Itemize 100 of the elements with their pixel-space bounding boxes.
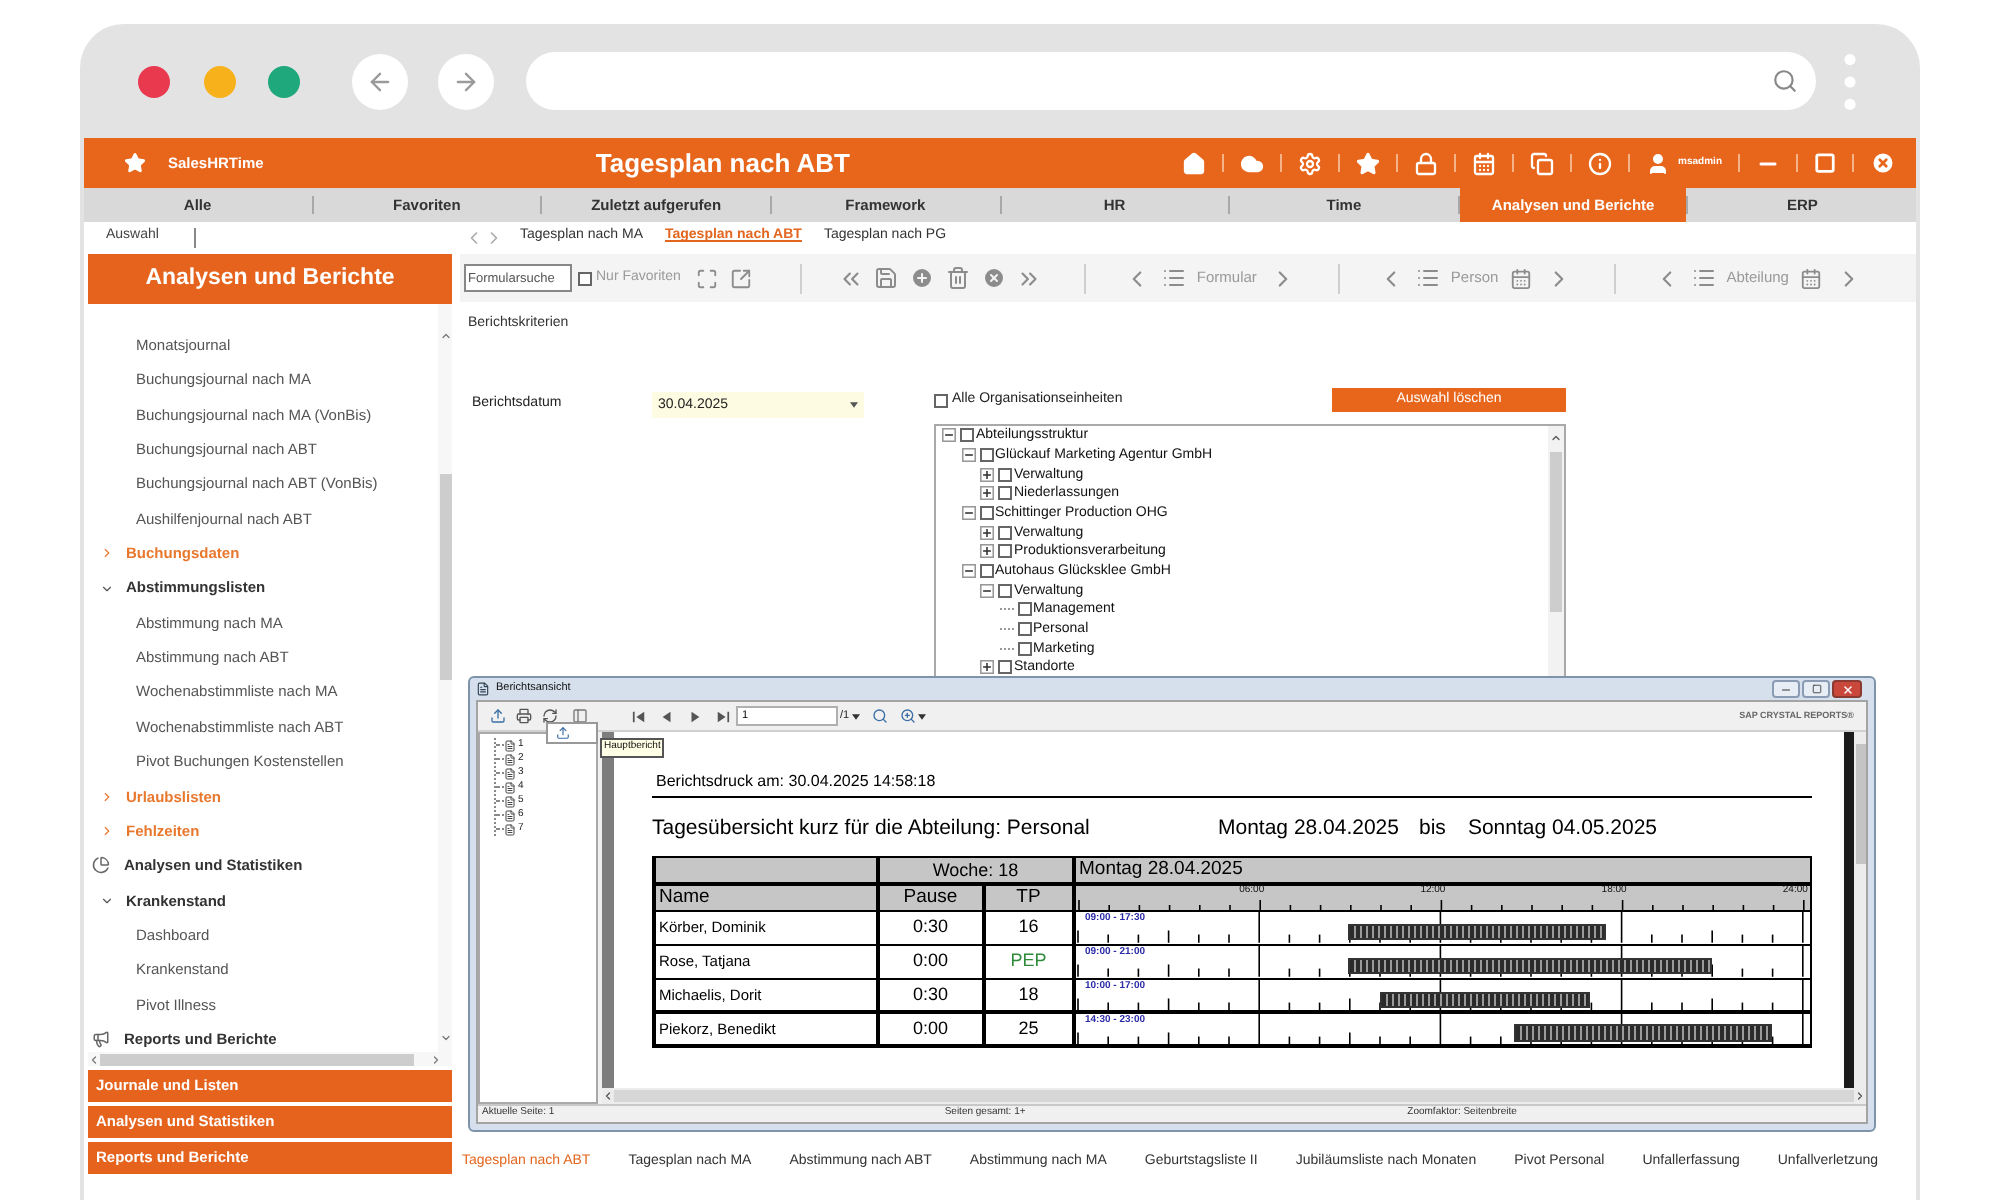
chevron-right-icon[interactable] <box>100 823 114 838</box>
page-icon[interactable] <box>504 767 516 779</box>
lock-icon[interactable] <box>1414 151 1439 175</box>
plus-box-icon[interactable] <box>980 525 994 540</box>
checkbox[interactable] <box>979 563 993 578</box>
plus-box-icon[interactable] <box>980 467 994 482</box>
export-icon[interactable] <box>490 708 506 724</box>
checkbox[interactable] <box>1017 641 1031 656</box>
last-page-icon[interactable] <box>716 709 730 723</box>
caret-down-icon[interactable] <box>851 713 860 719</box>
minus-box-icon[interactable] <box>980 583 994 598</box>
plus-circle-icon[interactable] <box>910 266 935 290</box>
page-icon[interactable] <box>504 753 516 765</box>
checkbox[interactable] <box>998 544 1012 559</box>
checkbox[interactable] <box>1017 621 1031 636</box>
arrow-left-icon <box>366 67 394 95</box>
table-cell: 0:00 <box>879 946 982 978</box>
first-page-icon[interactable] <box>632 709 646 723</box>
close-button[interactable] <box>1832 680 1862 698</box>
minus-box-icon[interactable] <box>961 563 975 578</box>
checkbox[interactable] <box>998 660 1012 675</box>
print-timestamp: Berichtsdruck am: 30.04.2025 14:58:18 <box>652 770 1812 798</box>
minimize-button[interactable] <box>1772 680 1800 698</box>
refresh-icon[interactable] <box>542 708 558 724</box>
chevron-down-icon[interactable] <box>100 893 114 908</box>
table-cell: 25 <box>985 1013 1072 1045</box>
page-icon[interactable] <box>504 795 516 807</box>
scrollbar-thumb[interactable] <box>439 474 451 680</box>
user-icon[interactable] <box>1646 151 1671 175</box>
star-icon[interactable] <box>1356 151 1381 175</box>
external-link-icon[interactable] <box>730 267 753 289</box>
chevron-down-icon[interactable] <box>100 581 114 596</box>
caret-right-icon[interactable] <box>1854 1090 1866 1102</box>
column-header: Name <box>655 885 876 910</box>
page-icon[interactable] <box>504 809 516 821</box>
scrollbar-thumb[interactable] <box>614 1090 1854 1102</box>
trash-icon[interactable] <box>946 266 971 290</box>
table-cell: 18 <box>985 980 1072 1011</box>
info-icon[interactable] <box>1588 151 1613 175</box>
page-icon[interactable] <box>504 739 516 751</box>
page-title: Tagesplan nach ABT <box>593 145 852 182</box>
checkbox[interactable] <box>960 428 974 443</box>
zoom-icon[interactable] <box>899 708 916 724</box>
chevron-right-icon[interactable] <box>100 546 114 561</box>
copy-icon[interactable] <box>1530 151 1555 175</box>
next-page-icon[interactable] <box>688 709 702 723</box>
minus-box-icon[interactable] <box>961 447 975 462</box>
address-field[interactable] <box>526 52 1816 110</box>
export-icon[interactable] <box>556 726 570 740</box>
calendar-icon[interactable] <box>1800 267 1823 289</box>
caret-up-icon[interactable] <box>1550 432 1562 444</box>
checkbox[interactable] <box>934 393 948 407</box>
plus-box-icon[interactable] <box>980 660 994 675</box>
print-icon[interactable] <box>516 708 532 724</box>
checkbox[interactable] <box>998 467 1012 482</box>
scrollbar-thumb[interactable] <box>100 1053 414 1065</box>
caret-up-icon[interactable] <box>439 330 451 342</box>
page-icon[interactable] <box>504 823 516 835</box>
home-icon[interactable] <box>1182 151 1207 175</box>
star-logo-icon <box>124 152 146 174</box>
save-icon[interactable] <box>874 266 899 290</box>
page-icon[interactable] <box>504 781 516 793</box>
maximize-button[interactable] <box>1802 680 1830 698</box>
checkbox[interactable] <box>578 271 592 285</box>
date-from: Montag 28.04.2025 <box>1218 814 1399 844</box>
panel-icon[interactable] <box>572 708 588 724</box>
search-icon <box>1772 68 1798 94</box>
date-to: Sonntag 04.05.2025 <box>1467 814 1658 844</box>
cloud-icon[interactable] <box>1240 151 1265 175</box>
settings-icon[interactable] <box>1298 151 1323 175</box>
search-icon[interactable] <box>871 708 888 724</box>
close-icon[interactable] <box>1870 150 1896 176</box>
caret-left-icon[interactable] <box>88 1053 100 1065</box>
back-button[interactable] <box>352 53 408 109</box>
maximize-icon[interactable] <box>1814 152 1836 174</box>
minus-box-icon[interactable] <box>942 428 956 443</box>
caret-right-icon[interactable] <box>430 1053 442 1065</box>
minus-box-icon[interactable] <box>961 505 975 520</box>
calendar-icon[interactable] <box>1510 267 1533 289</box>
expand-icon[interactable] <box>696 267 719 289</box>
plus-box-icon[interactable] <box>980 544 994 559</box>
checkbox[interactable] <box>979 505 993 520</box>
previous-page-icon[interactable] <box>660 709 674 723</box>
close-icon <box>1841 683 1853 695</box>
week-header-cell: Woche: 18 <box>879 858 1072 883</box>
day-header-cell: Montag 28.04.2025 <box>1075 858 1809 883</box>
caret-left-icon[interactable] <box>602 1090 614 1102</box>
close-circle-icon[interactable] <box>982 266 1007 290</box>
checkbox[interactable] <box>998 525 1012 540</box>
caret-down-icon[interactable] <box>917 713 926 719</box>
chevron-right-icon[interactable] <box>100 789 114 804</box>
checkbox[interactable] <box>998 583 1012 598</box>
checkbox[interactable] <box>1017 602 1031 617</box>
checkbox[interactable] <box>979 447 993 462</box>
table-cell: PEP <box>985 946 1072 978</box>
plus-box-icon[interactable] <box>980 486 994 501</box>
scrollbar-thumb[interactable] <box>1855 744 1865 864</box>
checkbox[interactable] <box>998 486 1012 501</box>
scrollbar-thumb[interactable] <box>1550 452 1562 612</box>
forward-button[interactable] <box>438 53 494 109</box>
